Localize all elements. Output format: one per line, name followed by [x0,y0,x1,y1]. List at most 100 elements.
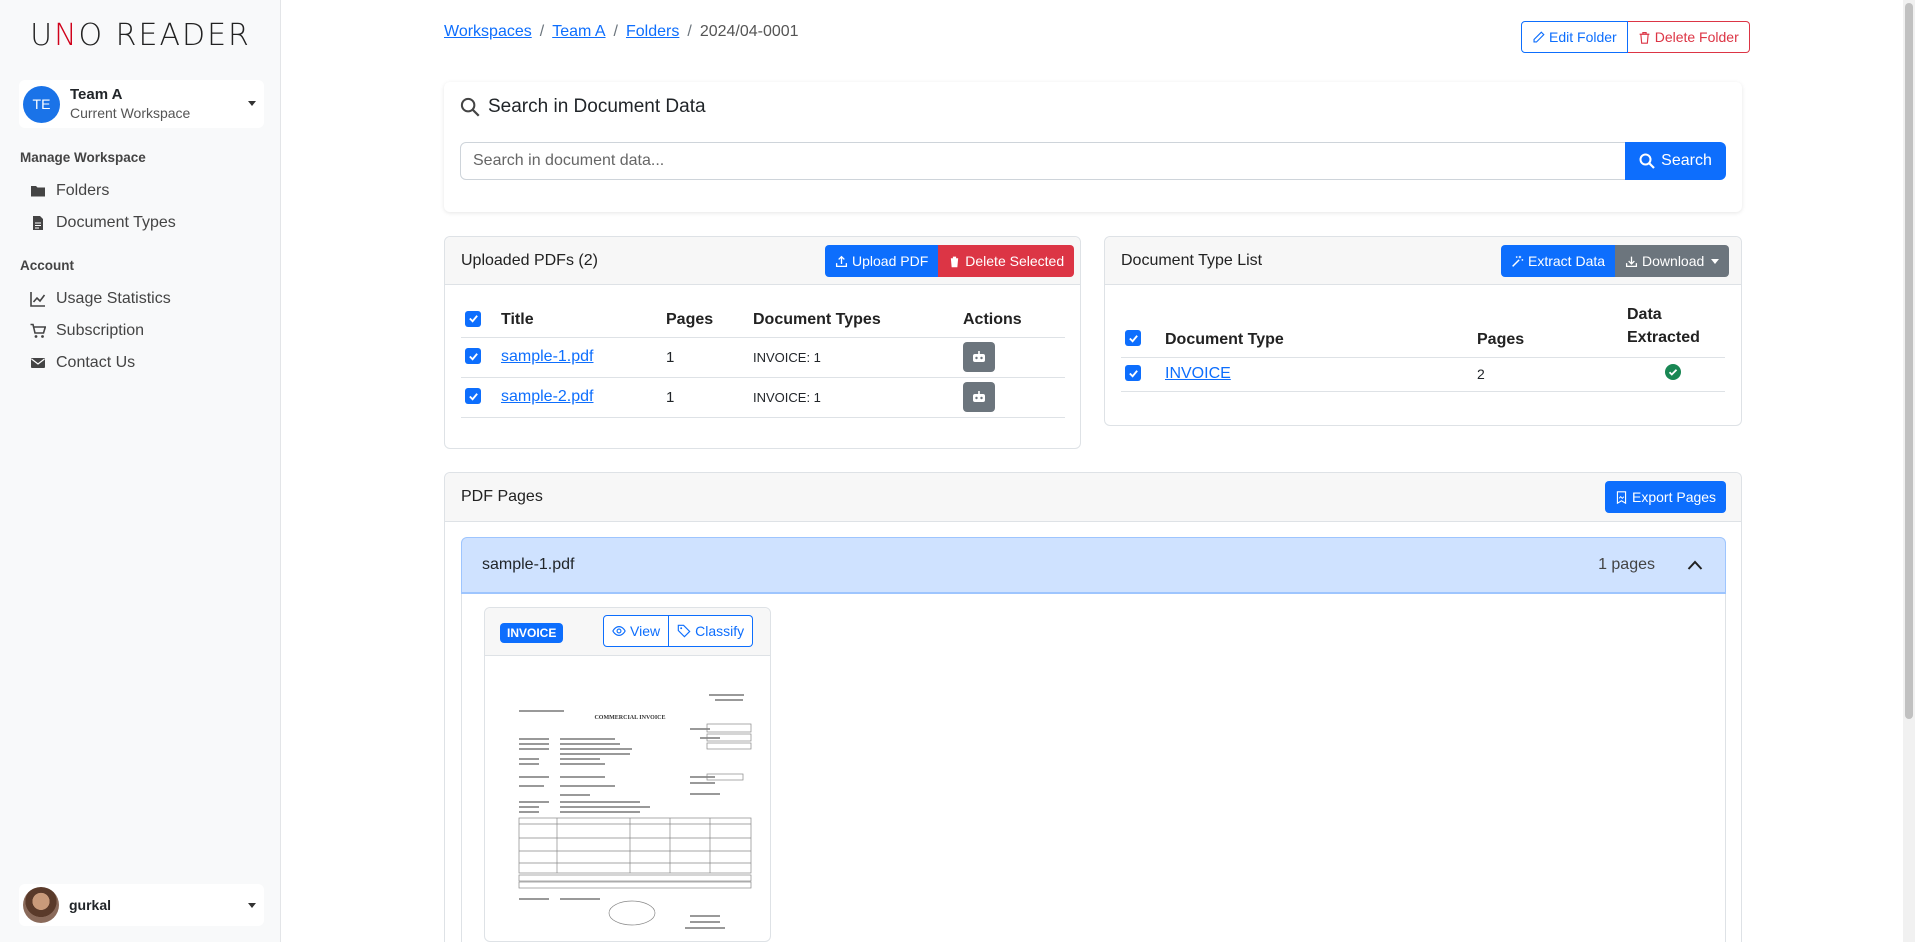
extract-robot-button[interactable] [963,342,995,372]
scrollbar-thumb[interactable] [1905,3,1913,719]
check-icon [468,315,478,323]
pdf-pages: 1 [666,388,675,406]
chart-line-icon [30,292,46,307]
uploaded-pdfs-card: Uploaded PDFs (2) Upload PDF Delete Sele… [444,236,1081,449]
tag-icon [677,624,691,638]
select-all-checkbox[interactable] [465,310,481,327]
breadcrumb-current: 2024/04-0001 [699,23,799,40]
envelope-icon [31,358,45,368]
delete-selected-button[interactable]: Delete Selected [938,245,1075,277]
accordion-page-count: 1 pages [1598,556,1655,573]
search-input[interactable] [460,142,1631,180]
breadcrumb-team[interactable]: Team A [552,23,605,40]
caret-down-icon [1711,258,1720,264]
row-checkbox[interactable] [465,348,481,365]
col-data-extracted: Data Extracted [1627,305,1700,346]
breadcrumb: Workspaces / Team A / Folders/2024/04-0001 [444,23,799,40]
app-logo[interactable]: UNO READER [0,18,281,53]
download-dropdown-button[interactable]: Download [1615,245,1730,277]
col-actions: Actions [963,310,1022,328]
table-row: sample-2.pdf 1 INVOICE: 1 [461,377,1065,417]
eye-icon [612,626,626,636]
document-type-badge: INVOICE [500,623,564,643]
view-page-button[interactable]: View [603,615,670,647]
folder-actions: Edit Folder Delete Folder [1521,21,1750,53]
robot-icon [973,351,985,362]
account-heading: Account [20,258,74,273]
workspace-subtitle: Current Workspace [70,105,191,121]
caret-down-icon [248,903,256,908]
search-button[interactable]: Search [1625,142,1726,180]
check-icon [1128,334,1138,343]
select-all-checkbox[interactable] [1125,330,1141,346]
robot-icon [973,391,985,402]
accordion-header-sample-1[interactable]: sample-1.pdf 1 pages [461,537,1726,594]
accordion-file-name: sample-1.pdf [482,556,575,573]
table-row: sample-1.pdf 1 INVOICE: 1 [461,337,1065,377]
check-icon [1128,369,1138,378]
sidebar-item-contact-us[interactable]: Contact Us [30,354,135,372]
user-name: gurkal [69,897,112,913]
workspace-avatar: TE [23,85,60,123]
user-menu[interactable]: gurkal [19,884,264,926]
classify-page-button[interactable]: Classify [669,615,754,647]
uploaded-pdfs-table: Title Pages Document Types Actions sampl… [461,303,1065,418]
col-title: Title [501,310,534,328]
invoice-preview-image: COMMERCIAL INVOICE [518,694,752,929]
table-row: INVOICE 2 [1121,357,1725,391]
row-checkbox[interactable] [1125,365,1141,382]
bookmark-image-icon [1616,490,1627,504]
manage-workspace-heading: Manage Workspace [20,150,146,165]
trash-icon [949,256,960,267]
pdf-link[interactable]: sample-1.pdf [501,348,594,365]
search-title: Search in Document Data [460,96,706,118]
file-icon [33,216,43,230]
cart-icon [30,323,46,338]
col-pages: Pages [1477,330,1525,348]
document-type-table: Document Type Pages Data Extracted INVOIC… [1121,301,1725,392]
caret-down-icon [248,101,256,106]
search-icon [460,97,480,117]
download-icon [1626,256,1638,267]
pdf-pages: 1 [666,348,675,366]
sidebar: UNO READER TE Team A Current Workspace M… [0,0,281,942]
sidebar-item-subscription[interactable]: Subscription [30,322,144,340]
document-type-pages: 2 [1477,366,1485,382]
pdf-types: INVOICE: 1 [753,389,821,405]
chevron-up-icon [1687,560,1703,570]
extract-data-button[interactable]: Extract Data [1501,245,1616,277]
uploaded-pdfs-title: Uploaded PDFs (2) [461,252,598,269]
edit-folder-button[interactable]: Edit Folder [1521,21,1628,53]
pdf-link[interactable]: sample-2.pdf [501,388,594,405]
export-pages-button[interactable]: Export Pages [1605,481,1727,513]
page-scrollbar[interactable] [1903,0,1915,942]
sidebar-item-usage-statistics[interactable]: Usage Statistics [30,290,171,308]
col-document-type: Document Type [1165,330,1284,348]
breadcrumb-workspaces[interactable]: Workspaces [444,23,532,40]
upload-pdf-button[interactable]: Upload PDF [825,245,939,277]
breadcrumb-folders[interactable]: Folders [626,23,679,40]
delete-folder-button[interactable]: Delete Folder [1627,21,1750,53]
folder-icon [31,186,45,197]
search-icon [1639,153,1655,169]
pdf-pages-title: PDF Pages [461,488,543,505]
check-circle-icon [1665,364,1681,380]
sidebar-item-folders[interactable]: Folders [30,182,109,200]
page-thumbnail-card: INVOICE View Classify COMMERCIAL INVOICE [484,607,771,942]
document-type-list-title: Document Type List [1121,252,1263,269]
invoice-heading: COMMERCIAL INVOICE [594,715,665,721]
pdf-types: INVOICE: 1 [753,349,821,365]
user-avatar [23,887,59,923]
sidebar-item-document-types[interactable]: Document Types [30,214,176,232]
pencil-icon [1533,30,1545,43]
workspace-switcher[interactable]: TE Team A Current Workspace [19,80,264,128]
check-icon [468,352,478,361]
search-card: Search in Document Data Search [444,82,1742,212]
pdf-page-thumbnail[interactable]: COMMERCIAL INVOICE [495,668,760,942]
col-document-types: Document Types [753,310,881,328]
extract-robot-button[interactable] [963,382,995,412]
check-icon [468,392,478,401]
document-type-link[interactable]: INVOICE [1165,365,1231,382]
row-checkbox[interactable] [465,388,481,405]
col-pages: Pages [666,310,714,328]
